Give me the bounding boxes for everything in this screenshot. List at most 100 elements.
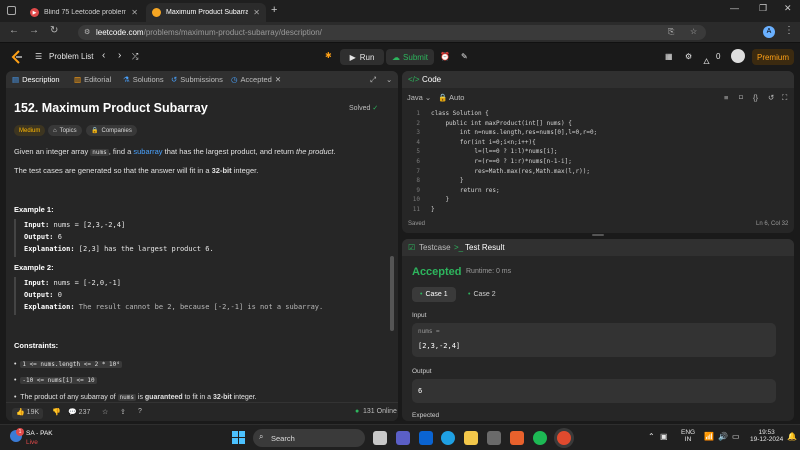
share-icon[interactable]: ⇪ [120,408,126,416]
weather-title[interactable]: SA - PAK [26,430,53,437]
saved-status: Saved [408,221,426,227]
case-2-tab[interactable]: • Case 2 [460,287,504,302]
settings-icon[interactable]: ⚙ [685,52,692,61]
companies-button[interactable]: 🔒 Companies [86,125,137,136]
site-info-icon[interactable]: ⚙ [84,28,90,36]
tab-solutions[interactable]: ⚗ Solutions [123,75,164,84]
premium-button[interactable]: Premium [752,49,794,65]
outlook-icon[interactable] [419,431,433,445]
tab-test-result[interactable]: Test Result [465,243,505,252]
tab-search-icon[interactable] [7,6,16,15]
play-icon: ▶ [349,52,356,62]
search-icon: ⌕ [259,432,264,441]
tab-submissions[interactable]: ↺ Submissions [171,75,223,84]
collapse-panel-icon[interactable]: ⌄ [386,75,392,84]
close-tab-icon[interactable]: ✕ [275,75,281,84]
browser-tab-leetcode[interactable]: Maximum Product Subarray - L ✕ [146,3,266,22]
runtime-label: Runtime: 0 ms [466,268,512,275]
bookmark-icon[interactable]: ⌑ [739,93,743,102]
leetcode-top-nav: ☰ Problem List ‹ › ⤮ ✱ ▶ Run ☁ Submit ⏰ … [0,44,800,71]
back-button[interactable]: ← [9,25,19,36]
language-select[interactable]: Java ⌄ [407,93,431,102]
submit-button[interactable]: ☁ Submit [386,49,434,65]
dislike-button[interactable]: 👎 [52,408,61,416]
comments-button[interactable]: 💬 237 [68,408,90,416]
format-icon[interactable]: ≡ [724,93,728,102]
panel-resize-handle[interactable] [592,234,604,236]
extension-icon[interactable]: ⎘ [668,27,674,37]
language-indicator[interactable]: ENG IN [681,429,695,443]
weather-widget-icon[interactable]: 1 [10,428,24,442]
like-button[interactable]: 👍 19K [12,408,44,419]
flask-icon: ⚗ [123,75,130,84]
problem-list-link[interactable]: Problem List [49,52,93,61]
reload-button[interactable]: ↻ [50,25,58,36]
leetcode-logo-icon[interactable] [11,50,23,64]
clock[interactable]: 19:53 19-12-2024 [750,429,783,443]
volume-icon[interactable]: 🔊 [718,432,728,441]
notes-icon[interactable]: ✎ [461,52,468,61]
example-2-heading: Example 2: [14,263,54,272]
tray-app-icon[interactable]: ▣ [660,432,668,441]
reset-icon[interactable]: ↺ [768,93,774,102]
new-tab-button[interactable]: + [271,4,277,16]
maximize-button[interactable]: ❐ [759,3,767,14]
constraint-item: • 1 <= nums.length <= 2 * 10⁴ [14,361,122,368]
close-tab-icon[interactable]: ✕ [253,8,260,17]
browser-menu-icon[interactable]: ⋮ [784,25,794,36]
windows-start-icon[interactable] [232,431,245,444]
browser-tab-blind75[interactable]: ▶ Blind 75 Leetcode problems : D ✕ [24,3,144,22]
edge-icon[interactable] [441,431,455,445]
favorite-star-icon[interactable]: ☆ [102,408,108,416]
bookmark-star-icon[interactable]: ☆ [690,27,697,36]
shuffle-icon[interactable]: ⤮ [132,52,138,62]
code-editor[interactable]: 1 class Solution { 2 public int maxProduc… [402,109,794,215]
help-icon[interactable]: ? [138,408,142,415]
description-scrollbar[interactable] [390,256,394,331]
store-icon[interactable] [487,431,501,445]
next-problem-icon[interactable]: › [118,50,121,61]
user-avatar[interactable] [731,49,745,63]
address-bar-row: ← → ↻ ⚙ leetcode.com/problems/maximum-pr… [0,22,800,43]
notifications-icon[interactable]: 🔔 [787,432,797,441]
prev-problem-icon[interactable]: ‹ [102,50,105,61]
subarray-link[interactable]: subarray [133,147,162,156]
fullscreen-icon[interactable]: ⛶ [782,93,787,103]
code-header: </> Code [402,71,794,88]
timer-icon[interactable]: ⏰ [440,52,450,61]
close-tab-icon[interactable]: ✕ [131,8,138,17]
lock-icon: 🔒 [91,128,99,134]
forward-button[interactable]: → [29,25,39,36]
debug-icon[interactable]: ✱ [325,51,332,60]
tab-description[interactable]: ▤ Description [12,75,60,84]
wifi-icon[interactable]: 📶 [704,432,714,441]
auto-mode-toggle[interactable]: 🔒 Auto [438,93,464,102]
tab-accepted[interactable]: ◷ Accepted ✕ [231,75,281,84]
maximize-panel-icon[interactable]: ⤢ [370,75,376,85]
profile-avatar[interactable]: A [763,26,775,38]
tab-testcase[interactable]: Testcase [419,243,451,252]
test-result-panel: ☑ Testcase >_ Test Result Accepted Runti… [402,239,794,421]
taskbar-search[interactable]: ⌕ Search [253,429,365,447]
tray-overflow-icon[interactable]: ⌃ [648,432,655,441]
close-window-button[interactable]: ✕ [784,3,792,14]
teams-icon[interactable] [396,431,410,445]
thumbs-up-icon: 👍 [16,409,25,416]
minimize-button[interactable]: — [730,3,739,13]
battery-icon[interactable]: ▭ [732,432,740,441]
url-input[interactable]: ⚙ leetcode.com/problems/maximum-product-… [78,25,706,40]
difficulty-badge[interactable]: Medium [14,125,46,136]
layout-icon[interactable]: ▦ [665,52,673,61]
topics-button[interactable]: ⌂ Topics [48,125,82,136]
case-1-tab[interactable]: • Case 1 [412,287,456,302]
braces-icon[interactable]: {} [753,93,758,102]
app-icon[interactable] [510,431,524,445]
chrome-icon[interactable] [557,431,571,445]
tab-editorial[interactable]: ▥ Editorial [74,75,111,84]
file-explorer-icon[interactable] [464,431,478,445]
streak-fire-icon[interactable]: 🜂 [703,52,710,69]
run-button[interactable]: ▶ Run [340,49,384,65]
spotify-icon[interactable] [533,431,547,445]
task-view-icon[interactable] [373,431,387,445]
code-line: l=(l==0 ? 1:l)*nums[i]; [431,148,558,156]
